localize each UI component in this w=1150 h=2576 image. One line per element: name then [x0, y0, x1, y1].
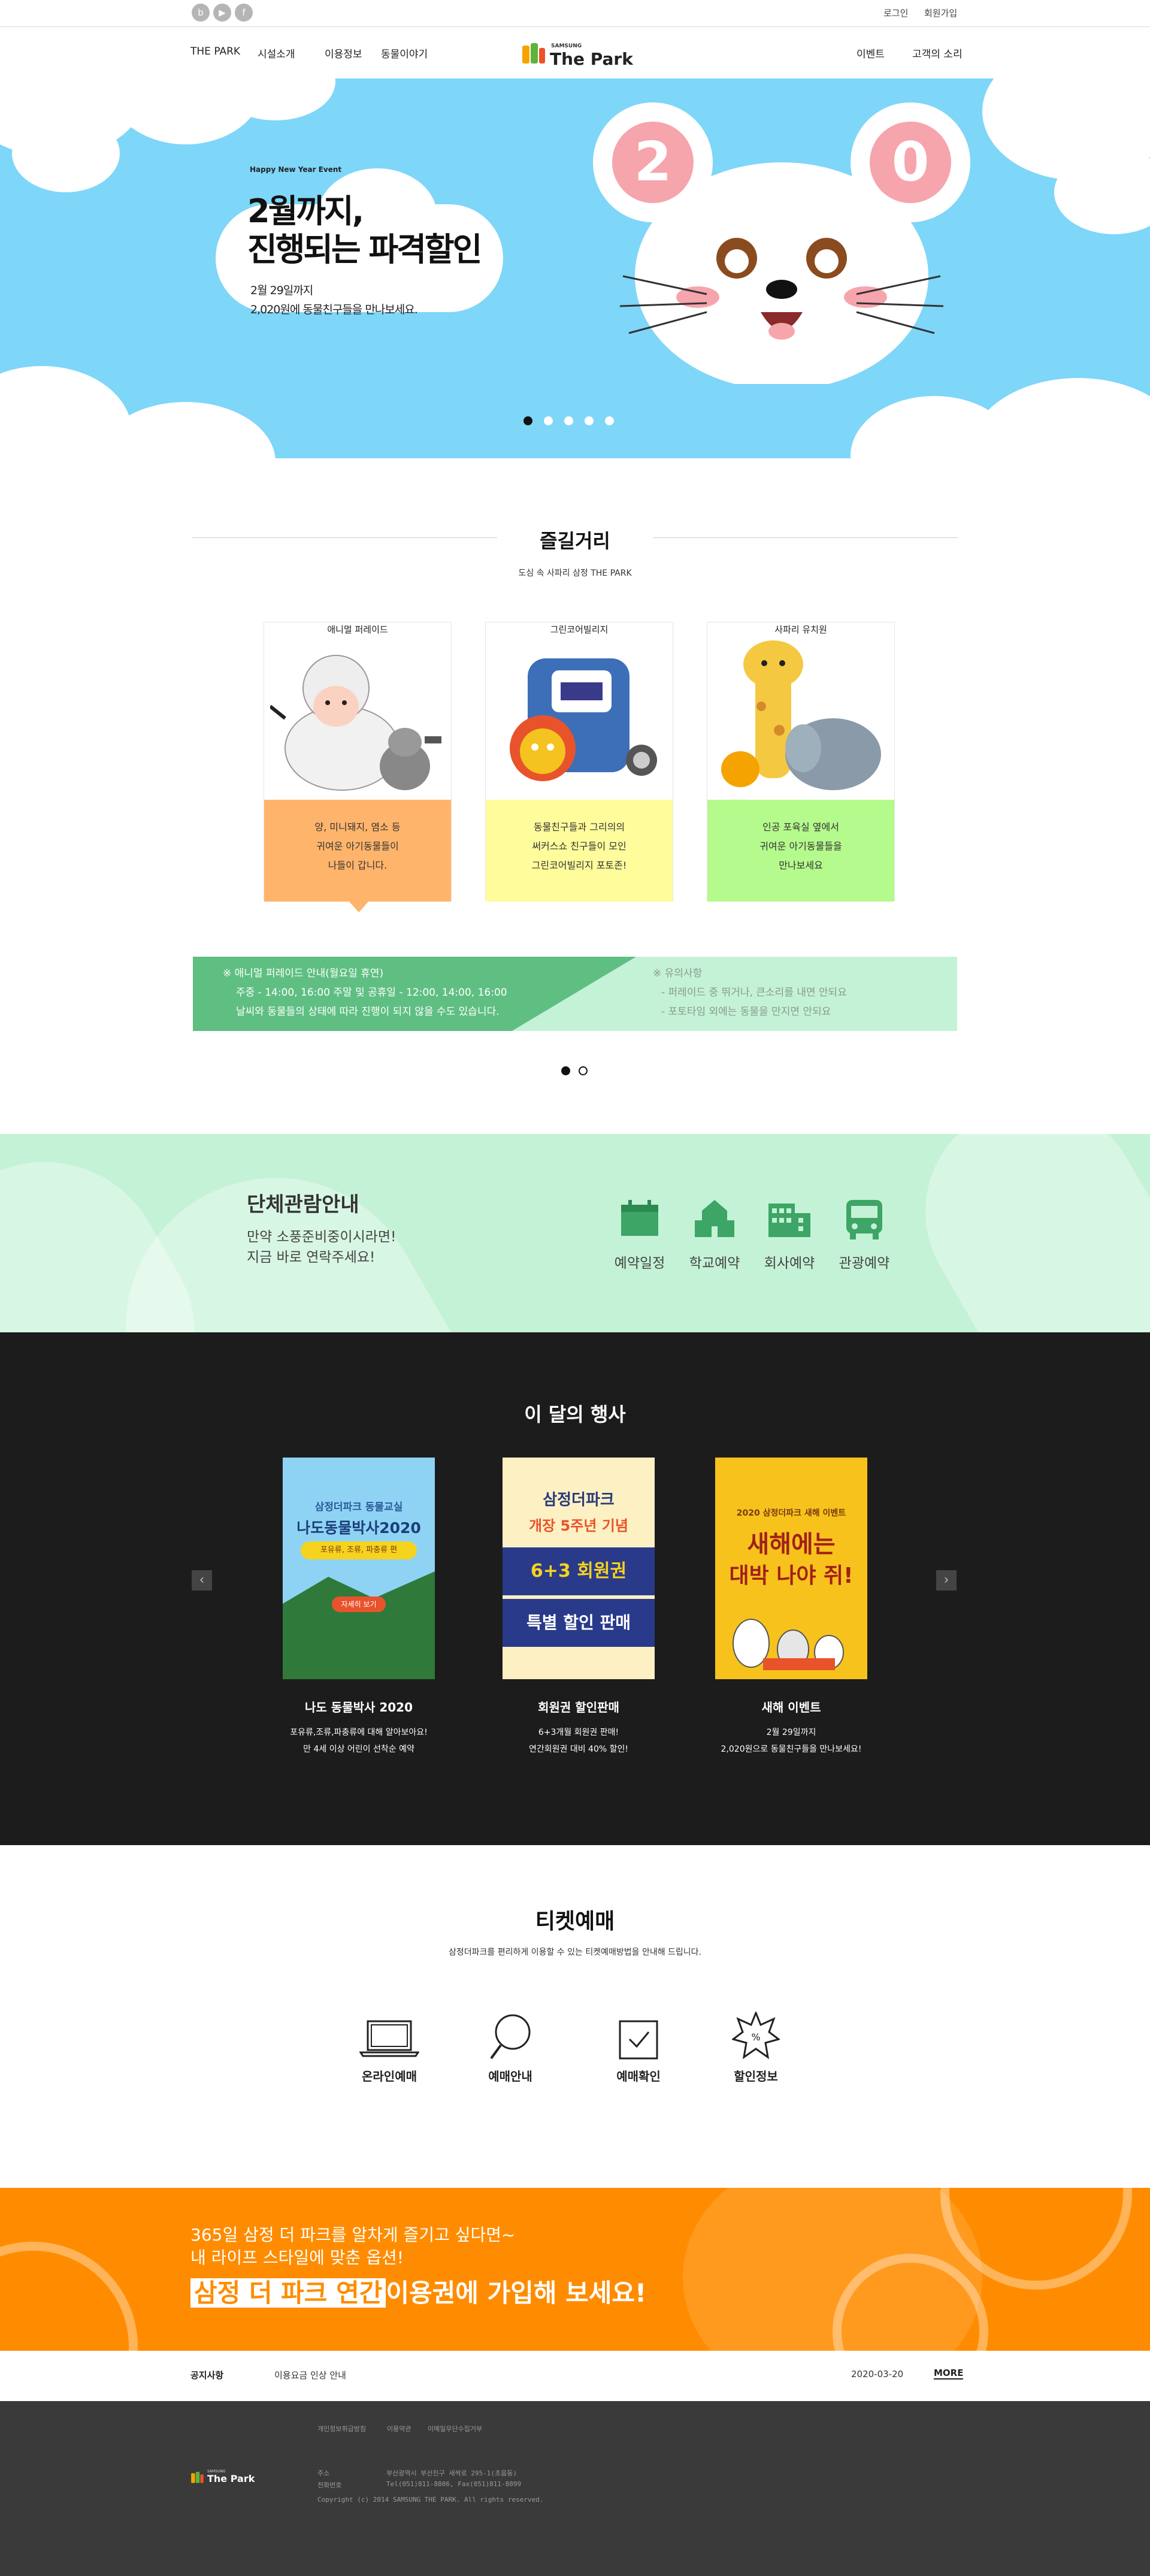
logo-mark-icon — [522, 43, 545, 64]
magnifier-icon — [490, 2014, 531, 2060]
hero-title-line1: 2월까지, — [247, 192, 364, 230]
slide-dot-2[interactable] — [544, 416, 553, 425]
slide-dot-3[interactable] — [564, 416, 573, 425]
monthly-events-section: 이 달의 행사 ‹ › 삼정더파크 동물교실 나도동물박사2020 포유류, 조… — [0, 1332, 1150, 1845]
footer-copyright: Copyright (c) 2014 SAMSUNG THE PARK. All… — [317, 2496, 544, 2504]
parade-notes: ※ 유의사항 - 퍼레이드 중 뛰거나, 큰소리를 내면 안되요 - 포토타임 … — [653, 967, 847, 1018]
svg-text:0: 0 — [892, 131, 930, 193]
footer-link-privacy[interactable]: 개인정보취급방침 — [317, 2424, 366, 2433]
sheep-goat-illustration — [270, 655, 441, 791]
fun-subtitle: 도심 속 사파리 삼정 THE PARK — [518, 569, 632, 578]
active-card-pointer — [349, 902, 368, 912]
hero-title-line2: 진행되는 파격할인 — [247, 231, 482, 268]
footer-link-terms[interactable]: 이용약관 — [387, 2424, 411, 2433]
event-desc-3: 2월 29일까지 2,020원으로 동물친구들을 만나보세요! — [721, 1728, 862, 1754]
mice-illustration — [733, 1619, 844, 1670]
banner-headline: 삼정 더 파크 연간 이용권에 가입해 보세요! — [190, 2273, 646, 2309]
checkbox-icon — [619, 2020, 658, 2060]
annual-pass-banner[interactable]: 365일 삼정 더 파크를 알차게 즐기고 싶다면~ 내 라이프 스타일에 맞춘… — [0, 2188, 1150, 2351]
info-pager-dot-1[interactable] — [561, 1066, 570, 1075]
site-logo[interactable]: SAMSUNG The Park — [521, 38, 635, 69]
header: THE PARK 시설소개 이용정보 동물이야기 SAMSUNG The Par… — [0, 28, 1150, 78]
circus-illustration — [510, 658, 657, 781]
tickets-title: 티켓예매 — [535, 1909, 615, 1934]
notice-text[interactable]: 이용요금 인상 안내 — [274, 2369, 346, 2381]
slide-dot-4[interactable] — [585, 416, 594, 425]
events-prev-button[interactable]: ‹ — [192, 1570, 212, 1591]
nav-facilities[interactable]: 시설소개 — [258, 46, 295, 61]
school-icon — [695, 1200, 734, 1237]
blog-icon[interactable]: b — [192, 4, 210, 22]
event-poster-animal-expert[interactable]: 삼정더파크 동물교실 나도동물박사2020 포유류, 조류, 파충류 편 자세히… — [283, 1458, 435, 1679]
youtube-icon[interactable]: ▶ — [213, 4, 231, 22]
logo-main-text: The Park — [550, 49, 633, 69]
hero-eyebrow: Happy New Year Event — [250, 165, 342, 174]
login-link[interactable]: 로그인 — [883, 7, 908, 19]
discount-badge-icon: % — [732, 2012, 780, 2060]
notice-date: 2020-03-20 — [851, 2369, 904, 2380]
event-poster-membership[interactable]: 삼정더파크 개장 5주년 기념 6+3 회원권 특별 할인 판매 — [503, 1458, 655, 1679]
facebook-icon[interactable]: f — [235, 4, 253, 22]
footer-logo[interactable]: SAMSUNG The Park — [190, 2467, 262, 2489]
laptop-icon — [359, 2020, 419, 2057]
hero-title: 2월까지, 진행되는 파격할인 — [247, 192, 482, 269]
event-title-2: 회원권 할인판매 — [538, 1700, 619, 1715]
hero-description: 2월 29일까지 2,020원에 동물친구들을 만나보세요. — [250, 284, 418, 316]
tickets-subtitle: 삼정더파크를 편리하게 이용할 수 있는 티켓예매방법을 안내해 드립니다. — [449, 1948, 701, 1957]
group-description: 만약 소풍준비중이시라면! 지금 바로 연락주세요! — [247, 1229, 397, 1265]
event-poster-new-year[interactable]: 2020 삼정더파크 새해 이벤트 새해에는 대박 나야 쥐! — [715, 1458, 867, 1679]
notice-more-link[interactable]: MORE — [934, 2368, 964, 2380]
fun-title: 즐길거리 — [540, 530, 610, 552]
footer-address: 부산광역시 부산진구 새싹로 295-1(초읍동) — [386, 2469, 518, 2477]
giraffe-elephant-illustration — [721, 640, 881, 790]
card-green-core-village[interactable]: 그린코어빌리지 동물친구들과 그리의의 써커스쇼 친구들이 모인 그린코어빌리지… — [485, 622, 673, 902]
slide-dot-1[interactable] — [523, 416, 532, 425]
group-visit-section: 단체관람안내 만약 소풍준비중이시라면! 지금 바로 연락주세요! 예약일정 학… — [0, 1134, 1150, 1332]
nav-events[interactable]: 이벤트 — [857, 46, 885, 61]
nav-customer-voice[interactable]: 고객의 소리 — [912, 46, 963, 61]
nav-usage-info[interactable]: 이용정보 — [325, 46, 362, 61]
nav-animal-stories[interactable]: 동물이야기 — [381, 46, 428, 61]
svg-text:2: 2 — [634, 131, 672, 193]
mouse-illustration: 2 0 — [593, 102, 970, 384]
banner-text: 365일 삼정 더 파크를 알차게 즐기고 싶다면~ 내 라이프 스타일에 맞춘… — [190, 2225, 516, 2267]
building-icon — [768, 1204, 810, 1237]
footer-link-email-policy[interactable]: 이메일무단수집거부 — [428, 2424, 482, 2433]
footer-logo-mark-icon — [191, 2472, 204, 2483]
parade-info-panel: ※ 애니멀 퍼레이드 안내(월요일 휴연) 주중 - 14:00, 16:00 … — [193, 957, 957, 1031]
hero-banner: 2 0 Happy New Year Event 2월까지, 진행되는 파격할인… — [0, 78, 1150, 458]
nav-the-park[interactable]: THE PARK — [190, 46, 240, 58]
events-next-button[interactable]: › — [936, 1570, 957, 1591]
bus-icon — [846, 1200, 882, 1239]
events-title: 이 달의 행사 — [524, 1403, 626, 1426]
group-title: 단체관람안내 — [247, 1193, 359, 1217]
slide-dot-5[interactable] — [605, 416, 614, 425]
footer: 개인정보취급방침 이용약관 이메일무단수집거부 SAMSUNG The Park… — [0, 2401, 1150, 2576]
notice-label: 공지사항 — [190, 2370, 224, 2381]
card-animal-parade[interactable]: 애니멀 퍼레이드 양, 미니돼지, 염소 등 귀여운 아기동물들이 나들이 갑니… — [264, 622, 452, 912]
event-title-3: 새해 이벤트 — [761, 1700, 821, 1715]
join-link[interactable]: 회원가입 — [924, 7, 957, 19]
top-bar: b ▶ f 로그인 회원가입 — [0, 0, 1150, 27]
parade-schedule: ※ 애니멀 퍼레이드 안내(월요일 휴연) 주중 - 14:00, 16:00 … — [223, 967, 507, 1018]
card-safari-kindergarten[interactable]: 사파리 유치원 인공 포육실 옆에서 귀여운 아기동물들을 만나보세요 — [707, 622, 895, 902]
calendar-icon — [621, 1200, 658, 1236]
footer-phone: Tel(051)811-8806, Fax(051)811-8899 — [386, 2480, 522, 2488]
event-desc-1: 포유류,조류,파충류에 대해 알아보아요! 만 4세 이상 어린이 선착순 예약 — [290, 1728, 428, 1754]
notice-bar: 공지사항 이용요금 인상 안내 2020-03-20 MORE — [0, 2351, 1150, 2401]
logo-top-text: SAMSUNG — [551, 43, 582, 49]
event-title-1: 나도 동물박사 2020 — [305, 1700, 413, 1715]
svg-text:%: % — [751, 2031, 760, 2043]
event-desc-2: 6+3개월 회원권 판매! 연간회원권 대비 40% 할인! — [529, 1728, 628, 1754]
info-pager-dot-2[interactable] — [579, 1066, 588, 1075]
